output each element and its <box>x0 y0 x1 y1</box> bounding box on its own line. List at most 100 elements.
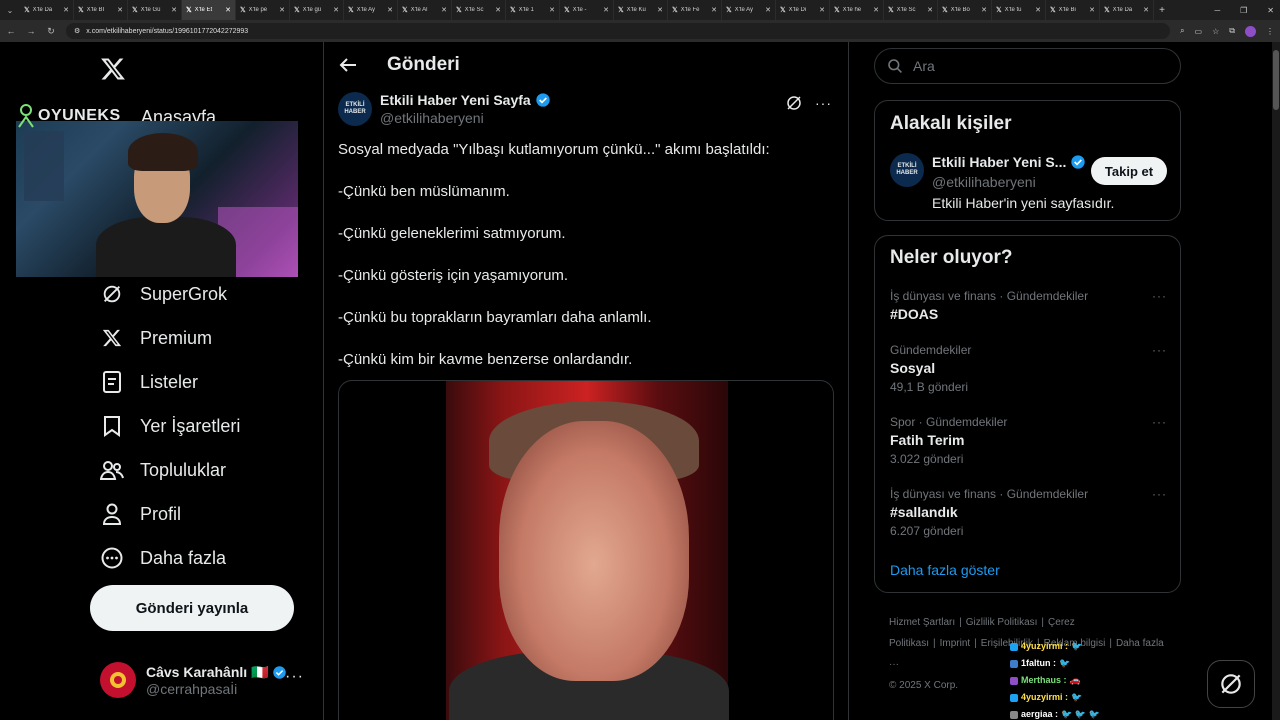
browser-menu-icon[interactable]: ⋮ <box>1266 27 1274 36</box>
author-name[interactable]: Etkili Haber Yeni Sayfa <box>380 92 551 108</box>
account-more-icon[interactable]: ··· <box>285 668 304 686</box>
nav-item-supergrok[interactable]: SuperGrok <box>100 279 227 309</box>
close-tab-icon[interactable]: ✕ <box>225 6 231 14</box>
browser-tab[interactable]: 𝕏 X'te pe ✕ <box>236 0 290 20</box>
browser-tab[interactable]: 𝕏 X'te Et ✕ <box>182 0 236 20</box>
trend-more-icon[interactable]: ··· <box>1152 487 1167 501</box>
profile-extension-icon[interactable] <box>1245 25 1256 37</box>
footer-link[interactable]: Imprint <box>940 638 971 649</box>
browser-tab[interactable]: 𝕏 X'te 1 ✕ <box>506 0 560 20</box>
close-window-icon[interactable]: ✕ <box>1267 6 1274 15</box>
minimize-icon[interactable]: ─ <box>1214 6 1220 15</box>
browser-tab[interactable]: 𝕏 X'te Sc ✕ <box>884 0 938 20</box>
back-nav-icon[interactable]: ← <box>6 26 16 36</box>
page-scrollbar[interactable] <box>1272 42 1280 720</box>
close-tab-icon[interactable]: ✕ <box>657 6 663 14</box>
url-field[interactable]: ⚙ x.com/etkilihaberyeni/status/199610177… <box>66 23 1171 39</box>
close-tab-icon[interactable]: ✕ <box>1089 6 1095 14</box>
browser-tab[interactable]: 𝕏 X'te Al ✕ <box>398 0 452 20</box>
search-input[interactable]: Ara <box>874 48 1181 84</box>
grok-floating-button[interactable] <box>1207 660 1255 708</box>
nav-item-lists[interactable]: Listeler <box>100 367 198 397</box>
browser-tab[interactable]: 𝕏 X'te Bi ✕ <box>1046 0 1100 20</box>
browser-tab[interactable]: 𝕏 X'te tu ✕ <box>992 0 1046 20</box>
browser-tab[interactable]: 𝕏 X'te Da ✕ <box>20 0 74 20</box>
browser-tab[interactable]: 𝕏 X'te gü ✕ <box>290 0 344 20</box>
nav-item-more[interactable]: Daha fazla <box>100 543 226 573</box>
trend-item[interactable]: Spor · Gündemdekiler Fatih Terim 3.022 g… <box>890 415 1167 466</box>
trend-more-icon[interactable]: ··· <box>1152 343 1167 357</box>
browser-tab[interactable]: 𝕏 X'te Ku ✕ <box>614 0 668 20</box>
nav-item-communities[interactable]: Topluluklar <box>100 455 226 485</box>
browser-tab-strip: ⌄ 𝕏 X'te Da ✕ 𝕏 X'te Bİ ✕ 𝕏 X'te Gü ✕ 𝕏 X'te Et ✕ 𝕏 X… <box>0 0 1280 20</box>
close-tab-icon[interactable]: ✕ <box>333 6 339 14</box>
browser-tab[interactable]: 𝕏 X'te Dı ✕ <box>776 0 830 20</box>
close-tab-icon[interactable]: ✕ <box>387 6 393 14</box>
follow-button[interactable]: Takip et <box>1091 157 1167 185</box>
trend-item[interactable]: İş dünyası ve finans · Gündemdekiler #DO… <box>890 289 1167 322</box>
browser-tab[interactable]: 𝕏 X'te Ay ✕ <box>722 0 776 20</box>
browser-tab[interactable]: 𝕏 X'te - ✕ <box>560 0 614 20</box>
scrollbar-thumb[interactable] <box>1273 50 1279 110</box>
close-tab-icon[interactable]: ✕ <box>765 6 771 14</box>
new-tab-button[interactable]: + <box>1154 5 1170 16</box>
trend-item[interactable]: Gündemdekiler Sosyal 49,1 B gönderi ··· <box>890 343 1167 394</box>
browser-tab[interactable]: 𝕏 X'te Bİ ✕ <box>74 0 128 20</box>
star-icon[interactable]: ☆ <box>1212 27 1219 36</box>
footer-link[interactable]: Gizlilik Politikası <box>966 617 1038 628</box>
related-name[interactable]: Etkili Haber Yeni S... <box>932 154 1086 170</box>
browser-tab[interactable]: 𝕏 X'te Fe ✕ <box>668 0 722 20</box>
webcam-overlay <box>16 121 298 277</box>
close-tab-icon[interactable]: ✕ <box>549 6 555 14</box>
restore-icon[interactable]: ❐ <box>1240 6 1247 15</box>
tweet-author[interactable]: ETKİLİ HABER Etkili Haber Yeni Sayfa @et… <box>338 92 551 126</box>
nav-item-premium[interactable]: Premium <box>100 323 212 353</box>
close-tab-icon[interactable]: ✕ <box>63 6 69 14</box>
close-tab-icon[interactable]: ✕ <box>603 6 609 14</box>
browser-tab[interactable]: 𝕏 X'te Ay ✕ <box>344 0 398 20</box>
close-tab-icon[interactable]: ✕ <box>171 6 177 14</box>
browser-tab[interactable]: 𝕏 X'te Bo ✕ <box>938 0 992 20</box>
close-tab-icon[interactable]: ✕ <box>441 6 447 14</box>
site-info-icon[interactable]: ⚙ <box>74 27 80 35</box>
close-tab-icon[interactable]: ✕ <box>279 6 285 14</box>
nav-item-bookmarks[interactable]: Yer İşaretleri <box>100 411 240 441</box>
close-tab-icon[interactable]: ✕ <box>711 6 717 14</box>
forward-nav-icon[interactable]: → <box>26 26 36 36</box>
extensions-icon[interactable]: ⧉ <box>1229 26 1235 36</box>
close-tab-icon[interactable]: ✕ <box>495 6 501 14</box>
post-button[interactable]: Gönderi yayınla <box>90 585 294 631</box>
avatar[interactable]: ETKİLİ HABER <box>338 92 372 126</box>
footer-link[interactable]: Hizmet Şartları <box>889 617 955 628</box>
account-switcher[interactable]: Câvs Karahânlı 🇮🇹 @cerrahpasaİi ··· <box>100 660 310 700</box>
close-tab-icon[interactable]: ✕ <box>927 6 933 14</box>
reload-icon[interactable]: ↻ <box>46 26 56 37</box>
zoom-icon[interactable]: ⌕ <box>1180 26 1184 36</box>
trend-more-icon[interactable]: ··· <box>1152 415 1167 429</box>
grok-icon[interactable] <box>785 94 803 112</box>
x-logo-icon[interactable] <box>100 56 126 82</box>
tab-search-icon[interactable]: ⌄ <box>0 0 20 20</box>
nav-item-profile[interactable]: Profil <box>100 499 181 529</box>
close-tab-icon[interactable]: ✕ <box>981 6 987 14</box>
browser-tab[interactable]: 𝕏 X'te Gü ✕ <box>128 0 182 20</box>
close-tab-icon[interactable]: ✕ <box>1143 6 1149 14</box>
trend-more-icon[interactable]: ··· <box>1152 289 1167 303</box>
avatar-text: HABER <box>896 170 918 176</box>
trend-item[interactable]: İş dünyası ve finans · Gündemdekiler #sa… <box>890 487 1167 538</box>
chat-badge-icon <box>1010 676 1018 685</box>
tweet-video[interactable] <box>338 380 834 720</box>
close-tab-icon[interactable]: ✕ <box>873 6 879 14</box>
tab-title: X'te Et <box>194 7 213 13</box>
back-arrow-icon[interactable] <box>338 55 358 75</box>
close-tab-icon[interactable]: ✕ <box>117 6 123 14</box>
browser-tab[interactable]: 𝕏 X'te he ✕ <box>830 0 884 20</box>
cast-icon[interactable]: ▭ <box>1195 27 1203 36</box>
more-options-icon[interactable]: ··· <box>815 95 832 111</box>
show-more-link[interactable]: Daha fazla göster <box>890 562 1000 578</box>
close-tab-icon[interactable]: ✕ <box>1035 6 1041 14</box>
close-tab-icon[interactable]: ✕ <box>819 6 825 14</box>
browser-tab[interactable]: 𝕏 X'te Sc ✕ <box>452 0 506 20</box>
browser-tab[interactable]: 𝕏 X'te Da ✕ <box>1100 0 1154 20</box>
avatar[interactable]: ETKİLİ HABER <box>890 153 924 187</box>
